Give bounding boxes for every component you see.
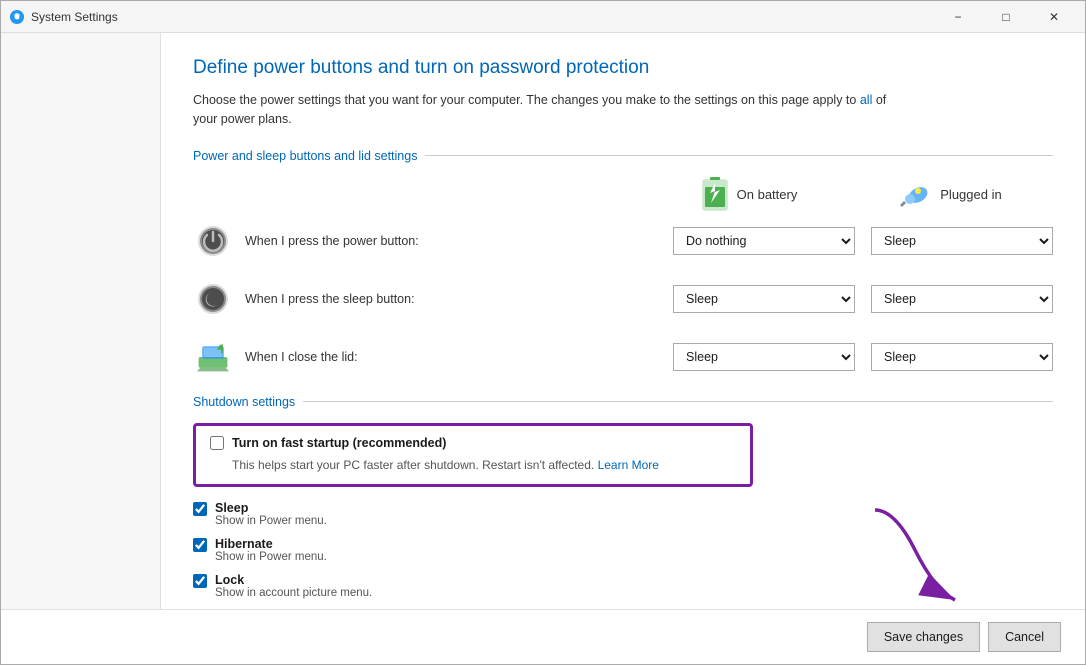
battery-label: On battery — [737, 187, 798, 202]
section1-label: Power and sleep buttons and lid settings — [193, 149, 417, 163]
checkbox-item-2: Lock Show in account picture menu. — [193, 573, 1053, 599]
checkbox-0[interactable] — [193, 502, 207, 516]
checkbox-1[interactable] — [193, 538, 207, 552]
all-link[interactable]: all — [860, 93, 873, 107]
power-button-icon — [195, 223, 231, 259]
settings-row-0: When I press the power button: Do nothin… — [193, 221, 1053, 261]
fast-startup-desc: This helps start your PC faster after sh… — [210, 456, 736, 474]
titlebar: System Settings − □ ✕ — [1, 1, 1085, 33]
page-description: Choose the power settings that you want … — [193, 91, 913, 129]
fast-startup-checkbox[interactable] — [210, 436, 224, 450]
checkbox-content-1: Hibernate Show in Power menu. — [215, 537, 327, 563]
battery-icon — [701, 177, 729, 213]
row-label-2: When I close the lid: — [245, 350, 445, 364]
checkbox-sub-0: Show in Power menu. — [215, 515, 327, 527]
content-area: Define power buttons and turn on passwor… — [1, 33, 1085, 609]
checkbox-sub-1: Show in Power menu. — [215, 551, 327, 563]
plugged-dropdown-wrap-2: Do nothingSleepHibernateShut down — [871, 343, 1053, 371]
section2-label: Shutdown settings — [193, 395, 295, 409]
plugged-icon — [896, 181, 932, 209]
fast-startup-box: Turn on fast startup (recommended) This … — [193, 423, 753, 487]
battery-select-1[interactable]: Do nothingSleepHibernateShut down — [673, 285, 855, 313]
window: System Settings − □ ✕ Define power butto… — [0, 0, 1086, 665]
row-dropdowns-2: Do nothingSleepHibernateShut down Do not… — [673, 343, 1053, 371]
maximize-button[interactable]: □ — [983, 1, 1029, 33]
cancel-button[interactable]: Cancel — [988, 622, 1061, 652]
plugged-select-0[interactable]: Do nothingSleepHibernateShut down — [871, 227, 1053, 255]
section2-header: Shutdown settings — [193, 395, 1053, 409]
page-title: Define power buttons and turn on passwor… — [193, 57, 1053, 79]
lid-icon — [195, 339, 231, 375]
checkbox-content-2: Lock Show in account picture menu. — [215, 573, 372, 599]
row-icon-1 — [193, 279, 233, 319]
sidebar — [1, 33, 161, 609]
plugged-dropdown-wrap-0: Do nothingSleepHibernateShut down — [871, 227, 1053, 255]
close-button[interactable]: ✕ — [1031, 1, 1077, 33]
checkbox-item-1: Hibernate Show in Power menu. — [193, 537, 1053, 563]
checkbox-content-0: Sleep Show in Power menu. — [215, 501, 327, 527]
fast-startup-text: Turn on fast startup (recommended) — [232, 436, 446, 450]
battery-select-0[interactable]: Do nothingSleepHibernateShut down — [673, 227, 855, 255]
checkbox-2[interactable] — [193, 574, 207, 588]
checkbox-label-0: Sleep — [215, 501, 327, 515]
main-content: Define power buttons and turn on passwor… — [161, 33, 1085, 609]
battery-column-header: On battery — [649, 177, 849, 213]
bottom-bar: Save changes Cancel — [1, 609, 1085, 664]
learn-more-link[interactable]: Learn More — [598, 458, 659, 472]
plugged-label: Plugged in — [940, 187, 1001, 202]
section1-header: Power and sleep buttons and lid settings — [193, 149, 1053, 163]
row-label-0: When I press the power button: — [245, 234, 445, 248]
row-icon-2 — [193, 337, 233, 377]
sleep-button-icon — [195, 281, 231, 317]
save-button[interactable]: Save changes — [867, 622, 980, 652]
battery-dropdown-wrap-0: Do nothingSleepHibernateShut down — [673, 227, 855, 255]
battery-dropdown-wrap-2: Do nothingSleepHibernateShut down — [673, 343, 855, 371]
checkbox-label-2: Lock — [215, 573, 372, 587]
window-controls: − □ ✕ — [935, 1, 1077, 33]
plugged-column-header: Plugged in — [849, 177, 1049, 213]
settings-row-2: When I close the lid: Do nothingSleepHib… — [193, 337, 1053, 377]
window-title: System Settings — [31, 10, 935, 24]
checkbox-sub-2: Show in account picture menu. — [215, 587, 372, 599]
plugged-select-1[interactable]: Do nothingSleepHibernateShut down — [871, 285, 1053, 313]
fast-startup-label: Turn on fast startup (recommended) — [210, 436, 736, 450]
row-dropdowns-0: Do nothingSleepHibernateShut down Do not… — [673, 227, 1053, 255]
checkbox-label-1: Hibernate — [215, 537, 327, 551]
checkbox-items: Sleep Show in Power menu. Hibernate Show… — [193, 501, 1053, 599]
minimize-button[interactable]: − — [935, 1, 981, 33]
checkbox-item-0: Sleep Show in Power menu. — [193, 501, 1053, 527]
plugged-dropdown-wrap-1: Do nothingSleepHibernateShut down — [871, 285, 1053, 313]
settings-row-1: When I press the sleep button: Do nothin… — [193, 279, 1053, 319]
row-dropdowns-1: Do nothingSleepHibernateShut down Do not… — [673, 285, 1053, 313]
row-icon-0 — [193, 221, 233, 261]
app-icon — [9, 9, 25, 25]
columns-header: On battery Plugged in — [193, 177, 1053, 213]
settings-rows: When I press the power button: Do nothin… — [193, 221, 1053, 377]
battery-select-2[interactable]: Do nothingSleepHibernateShut down — [673, 343, 855, 371]
battery-dropdown-wrap-1: Do nothingSleepHibernateShut down — [673, 285, 855, 313]
plugged-select-2[interactable]: Do nothingSleepHibernateShut down — [871, 343, 1053, 371]
row-label-1: When I press the sleep button: — [245, 292, 445, 306]
